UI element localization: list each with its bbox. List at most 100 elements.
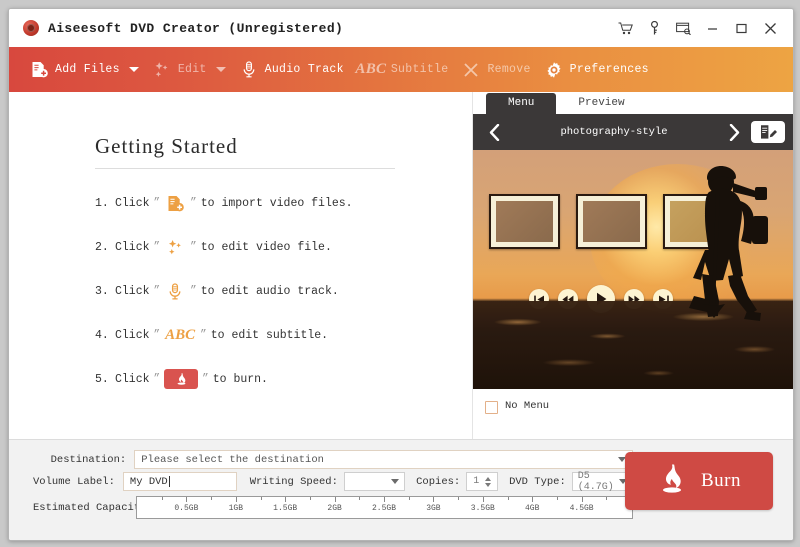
toolbar-remove-label: Remove (487, 63, 531, 76)
capacity-tick (186, 497, 188, 502)
capacity-tick-label: 1.5GB (273, 504, 298, 513)
destination-select[interactable]: Please select the destination (134, 450, 633, 469)
burn-button-label: Burn (701, 470, 741, 491)
capacity-tick (285, 497, 287, 502)
window-title: Aiseesoft DVD Creator (Unregistered) (48, 20, 344, 36)
burn-flame-chip (164, 369, 199, 389)
maximize-icon[interactable] (728, 16, 754, 40)
volume-label-input[interactable]: My DVD (122, 472, 237, 491)
capacity-tick-minor (458, 497, 460, 500)
close-icon[interactable] (757, 16, 783, 40)
getting-started-step-2: 2. Click ” ” to edit video file. (95, 237, 395, 257)
next-style-button[interactable] (721, 117, 747, 147)
toolbar-audio-track[interactable]: Audio Track (233, 47, 351, 92)
chevron-down-icon[interactable] (128, 67, 139, 72)
photographer-silhouette-icon (689, 166, 768, 321)
volume-label-value: My DVD (129, 475, 168, 488)
capacity-tick-minor (161, 497, 163, 500)
edit-menu-button[interactable] (751, 121, 785, 143)
capacity-tick-minor (606, 497, 608, 500)
feedback-icon[interactable] (670, 16, 696, 40)
dvd-type-select[interactable]: D5 (4.7G) (571, 471, 633, 493)
step-text: to burn. (212, 372, 268, 386)
step-text: to edit subtitle. (210, 328, 329, 342)
bottom-settings-bar: Destination: Please select the destinati… (9, 439, 793, 540)
capacity-tick (235, 497, 237, 502)
capacity-tick-minor (211, 497, 213, 500)
burn-button[interactable]: Burn (625, 452, 773, 510)
stepper-arrows-icon[interactable] (485, 476, 492, 487)
copies-value: 1 (473, 476, 480, 487)
gear-icon (545, 61, 563, 79)
capacity-tick-label: 0.5GB (174, 504, 199, 513)
capacity-tick-label: 2GB (327, 504, 342, 513)
toolbar-remove[interactable]: Remove (455, 47, 537, 92)
toolbar-edit-label: Edit (177, 63, 207, 76)
toolbar-edit[interactable]: Edit (146, 47, 233, 92)
step-number: 4. (95, 328, 109, 342)
title-bar: Aiseesoft DVD Creator (Unregistered) (9, 9, 793, 47)
toolbar-subtitle[interactable]: ABC Subtitle (351, 47, 456, 92)
copies-stepper[interactable]: 1 (466, 472, 499, 491)
destination-value: Please select the destination (141, 453, 324, 466)
menu-panel-tabs: Menu Preview (473, 92, 793, 114)
step-verb: Click (115, 328, 150, 342)
toolbar-add-files-label: Add Files (55, 63, 120, 76)
capacity-tick (334, 497, 336, 502)
tab-preview[interactable]: Preview (556, 93, 646, 114)
quote-close: ” (190, 197, 197, 209)
toolbar-subtitle-label: Subtitle (390, 63, 449, 76)
add-files-icon (30, 61, 48, 79)
prev-style-button[interactable] (481, 117, 507, 147)
no-menu-row[interactable]: No Menu (473, 389, 793, 439)
capacity-tick-minor (408, 497, 410, 500)
capacity-tick-label: 3.5GB (470, 504, 495, 513)
menu-panel: Menu Preview photography-style No Menu (472, 92, 793, 439)
minimize-icon[interactable] (699, 16, 725, 40)
capacity-tick (433, 497, 435, 502)
getting-started-step-5: 5. Click ” ” to burn. (95, 369, 395, 389)
menu-preview-image[interactable] (473, 150, 793, 389)
edit-sparkle-icon (153, 61, 171, 79)
cart-icon[interactable] (612, 16, 638, 40)
no-menu-checkbox[interactable] (485, 401, 498, 414)
chevron-down-icon[interactable] (215, 67, 226, 72)
capacity-tick-label: 3GB (426, 504, 441, 513)
microphone-icon (240, 61, 258, 79)
key-icon[interactable] (641, 16, 667, 40)
writing-speed-label: Writing Speed: (249, 475, 338, 488)
thumbnail-frame[interactable] (576, 194, 647, 249)
getting-started-panel: Getting Started 1. Click ” ” to import v… (9, 92, 472, 439)
quote-open: ” (153, 373, 161, 385)
step-text: to import video files. (200, 196, 353, 210)
quote-close: ” (200, 329, 207, 341)
no-menu-label: No Menu (505, 400, 550, 412)
getting-started-step-3: 3. Click ” ” to edit audio track. (95, 281, 395, 301)
thumbnail-frame[interactable] (489, 194, 560, 249)
estimated-capacity-row: Estimated Capacity: 0.5GB 1GB 1.5GB 2GB 2.5G… (33, 496, 633, 519)
writing-speed-select[interactable] (343, 472, 406, 491)
abc-subtitle-icon: ABC (165, 326, 196, 343)
application-window: Aiseesoft DVD Creator (Unregistered) Add… (8, 8, 794, 541)
step-text: to edit video file. (200, 240, 332, 254)
step-verb: Click (115, 196, 150, 210)
toolbar-audio-track-label: Audio Track (264, 63, 344, 76)
quote-open: ” (153, 285, 161, 297)
step-number: 3. (95, 284, 109, 298)
toolbar-add-files[interactable]: Add Files (23, 47, 146, 92)
quote-close: ” (190, 241, 197, 253)
volume-label-label: Volume Label: (33, 475, 115, 488)
tab-menu[interactable]: Menu (486, 93, 557, 114)
step-number: 1. (95, 196, 109, 210)
toolbar-preferences[interactable]: Preferences (538, 47, 656, 92)
burn-flame-icon (657, 463, 687, 500)
quote-close: ” (190, 285, 197, 297)
step-text: to edit audio track. (200, 284, 339, 298)
chevron-down-icon (391, 479, 400, 484)
destination-label: Destination: (50, 453, 127, 466)
capacity-tick (532, 497, 534, 502)
capacity-tick-minor (556, 497, 558, 500)
quote-open: ” (153, 329, 161, 341)
app-logo-icon (23, 20, 39, 36)
menu-style-selector: photography-style (473, 114, 793, 150)
